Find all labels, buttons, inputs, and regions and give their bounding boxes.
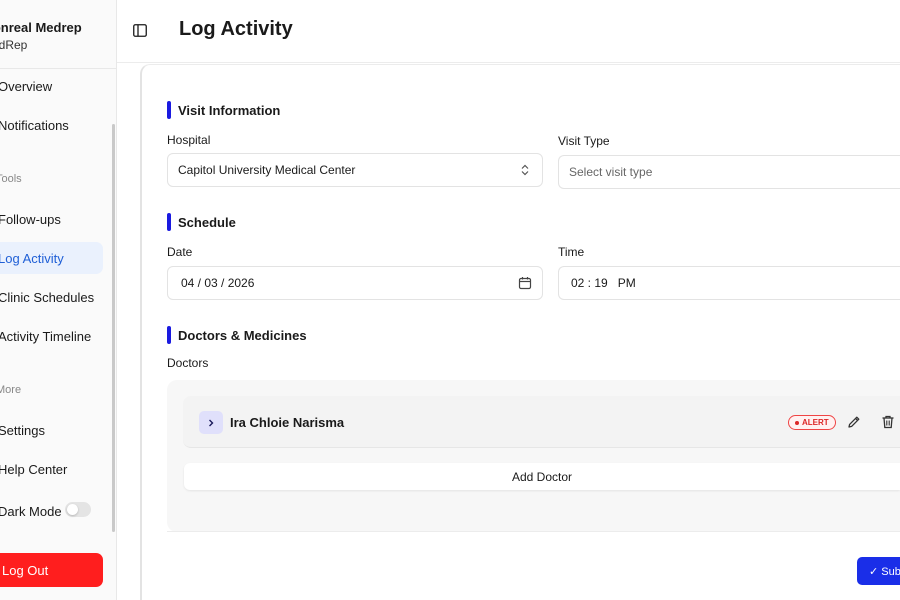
sidebar-item-notifications[interactable]: Notifications <box>0 109 103 141</box>
section-title: Visit Information <box>178 102 281 118</box>
visit-type-label: Visit Type <box>558 134 610 148</box>
section-accent-bar <box>167 213 171 231</box>
sidebar-item-help-center[interactable]: Help Center <box>0 453 103 485</box>
date-input[interactable]: 04 / 03 / 2026 <box>167 266 543 300</box>
section-visit-information: Visit Information <box>167 101 280 119</box>
expand-doctor-button[interactable] <box>199 411 223 434</box>
section-title: Doctors & Medicines <box>178 327 307 343</box>
sidebar-item-label: Log Activity <box>0 250 64 266</box>
section-doctors-medicines: Doctors & Medicines <box>167 326 307 344</box>
brand: Monreal Medrep MedRep <box>0 20 82 52</box>
brand-subtitle: MedRep <box>0 38 28 52</box>
sidebar-scrollbar[interactable] <box>112 124 115 532</box>
sidebar-item-label: Clinic Schedules <box>0 289 95 305</box>
trash-icon[interactable] <box>880 414 896 430</box>
time-label: Time <box>558 245 585 259</box>
section-accent-bar <box>167 326 171 344</box>
date-label: Date <box>167 245 193 259</box>
alert-badge: ALERT <box>788 415 836 430</box>
hospital-select[interactable]: Capitol University Medical Center <box>167 153 543 187</box>
chevron-up-down-icon <box>521 164 529 176</box>
calendar-icon[interactable] <box>518 276 532 290</box>
sidebar-section-more: More <box>0 384 22 396</box>
sidebar-item-clinic-schedules[interactable]: Clinic Schedules <box>0 281 103 313</box>
sidebar-item-label: Settings <box>0 422 45 438</box>
time-value: 02 : 19 PM <box>571 276 636 290</box>
sidebar-item-log-activity[interactable]: Log Activity <box>0 242 103 274</box>
page-title: Log Activity <box>179 18 293 40</box>
sidebar-item-follow-ups[interactable]: Follow-ups <box>0 203 103 235</box>
doctors-label: Doctors <box>167 356 209 370</box>
date-value: 04 / 03 / 2026 <box>181 276 255 290</box>
sidebar: Monreal Medrep MedRep Overview Notificat… <box>0 0 117 600</box>
sidebar-item-activity-timeline[interactable]: Activity Timeline <box>0 320 103 352</box>
hospital-label: Hospital <box>167 133 211 147</box>
sidebar-item-label: Activity Timeline <box>0 328 92 344</box>
section-schedule: Schedule <box>167 213 236 231</box>
sidebar-item-label: Help Center <box>0 461 68 477</box>
header-divider <box>117 62 900 63</box>
brand-title: Monreal Medrep <box>0 20 82 35</box>
sidebar-item-label: Dark Mode <box>0 503 62 519</box>
logout-label: Log Out <box>2 562 49 578</box>
submit-label: ✓ Submit <box>869 565 900 578</box>
sidebar-item-settings[interactable]: Settings <box>0 414 103 446</box>
add-doctor-label: Add Doctor <box>511 469 573 484</box>
sidebar-item-label: Follow-ups <box>0 211 61 227</box>
doctor-name: Ira Chloie Narisma <box>230 415 345 430</box>
sidebar-item-label: Notifications <box>0 117 69 133</box>
sidebar-divider <box>0 68 116 69</box>
alert-badge-label: ALERT <box>802 418 829 427</box>
section-title: Schedule <box>178 214 236 230</box>
visit-type-placeholder: Select visit type <box>569 165 653 179</box>
hospital-value: Capitol University Medical Center <box>178 163 356 177</box>
section-accent-bar <box>167 101 171 119</box>
time-input[interactable]: 02 : 19 PM <box>558 266 900 300</box>
submit-button[interactable]: ✓ Submit <box>857 557 900 585</box>
sidebar-section-tools: Tools <box>0 173 22 185</box>
toggle-knob <box>67 504 78 515</box>
chevron-right-icon <box>209 419 214 426</box>
sidebar-item-overview[interactable]: Overview <box>0 70 103 102</box>
edit-pencil-icon[interactable] <box>846 414 862 430</box>
sidebar-item-label: Overview <box>0 78 53 94</box>
alert-dot-icon <box>795 420 799 425</box>
logout-button[interactable]: Log Out <box>0 553 103 587</box>
form-footer-divider <box>167 531 900 532</box>
add-doctor-button[interactable]: Add Doctor <box>184 463 900 490</box>
dark-mode-toggle[interactable] <box>65 502 91 517</box>
sidebar-toggle-icon[interactable] <box>133 24 147 37</box>
visit-type-select[interactable]: Select visit type <box>558 155 900 189</box>
